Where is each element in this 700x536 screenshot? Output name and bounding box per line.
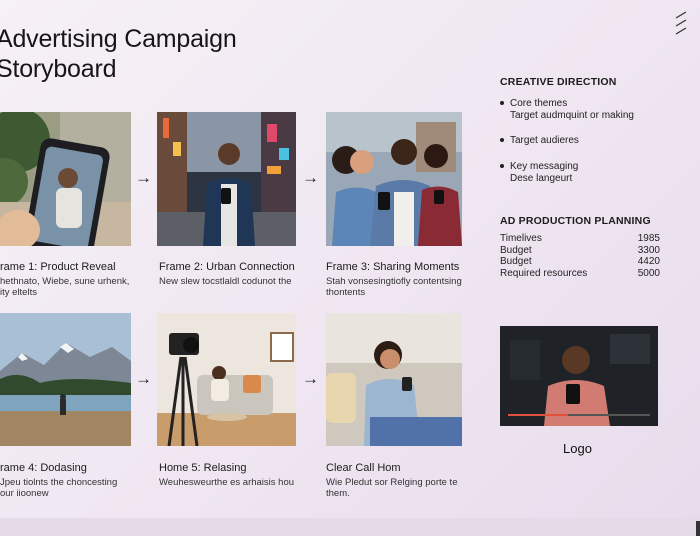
frame-4-title: rame 4: Dodasing <box>0 462 87 474</box>
creative-bullet-1-label: Core themes <box>510 98 568 109</box>
creative-direction-heading: CREATIVE DIRECTION <box>500 76 617 88</box>
production-row-value: 5000 <box>637 268 660 279</box>
frame-3-desc-line-1: Stah vonsesingtiofly contentsing <box>326 276 462 287</box>
video-progress <box>508 414 568 416</box>
creative-bullet-1-sub: Target audmquint or making <box>510 110 634 121</box>
production-row-value: 1985 <box>637 233 660 244</box>
frame-6-desc-line-2: them. <box>326 488 350 499</box>
frame-4-desc: Jpeu tiolnts the choncesting our iioonew <box>0 477 140 499</box>
creative-bullet-3-sub: Dese langeurt <box>510 173 573 184</box>
logo: Logo <box>563 441 592 456</box>
production-row-label: Budget <box>500 256 532 267</box>
arrow-2-3: → <box>302 168 319 187</box>
frame-6-title: Clear Call Hom <box>326 462 401 474</box>
bottom-bar <box>0 518 700 536</box>
frame-3-image[interactable] <box>326 112 462 246</box>
bullet-dot <box>500 138 504 143</box>
title-line-1: Advertising Campaign <box>0 25 237 53</box>
frame-2-title: Frame 2: Urban Connection <box>159 261 295 273</box>
title-line-2: Storyboard <box>0 55 117 83</box>
frame-5-image[interactable] <box>157 313 296 446</box>
arrow-4-5: → <box>135 369 152 388</box>
creative-bullet-1: Core themes Target audmquint or making <box>500 98 634 122</box>
production-row-label: Timelives <box>500 233 542 244</box>
frame-2-desc-line-1: New slew tocstlaldl codunot the <box>159 276 292 287</box>
page-title: Advertising Campaign Storyboard <box>0 24 237 84</box>
frame-5-desc-line-1: Weuhesweurthe es arhaisis hou <box>159 477 295 488</box>
frame-5-desc: Weuhesweurthe es arhaisis hou <box>159 477 299 488</box>
frame-5-title: Home 5: Relasing <box>159 462 247 474</box>
video-preview[interactable] <box>500 326 658 426</box>
frame-1-desc-line-1: hethnato, Wiebe, sune urhenk, <box>0 276 130 287</box>
frame-3-desc: Stah vonsesingtiofly contentsing thonten… <box>326 276 466 298</box>
frame-1-desc: hethnato, Wiebe, sune urhenk, ity eltelt… <box>0 276 140 298</box>
arrow-5-6: → <box>302 369 319 388</box>
production-row-value: 4420 <box>637 256 660 267</box>
creative-bullet-3-label: Key messaging <box>510 161 579 172</box>
production-heading: AD PRODUCTION PLANNING <box>500 215 651 227</box>
frame-4-desc-line-2: our iioonew <box>0 488 49 499</box>
frame-1-image[interactable] <box>0 112 131 246</box>
scroll-indicator[interactable] <box>696 521 700 536</box>
frame-1-title: rame 1: Product Reveal <box>0 261 116 273</box>
frame-2-desc: New slew tocstlaldl codunot the <box>159 276 299 287</box>
bullet-dot <box>500 164 504 169</box>
frame-3-desc-line-2: thontents <box>326 287 366 298</box>
frame-6-image[interactable] <box>326 313 462 446</box>
frame-6-desc-line-1: Wie Pledut sor Relging porte te <box>326 477 458 488</box>
frame-2-image[interactable] <box>157 112 296 246</box>
bullet-dot <box>500 101 504 106</box>
creative-bullet-2-label: Target audieres <box>510 135 579 146</box>
frame-4-desc-line-1: Jpeu tiolnts the choncesting <box>0 477 118 488</box>
frame-3-title: Frame 3: Sharing Moments <box>326 261 460 273</box>
arrow-1-2: → <box>135 168 152 187</box>
menu-icon[interactable] <box>674 10 688 38</box>
creative-bullet-2: Target audieres <box>500 135 579 147</box>
production-row-label: Required resources <box>500 268 588 279</box>
frame-6-desc: Wie Pledut sor Relging porte te them. <box>326 477 466 499</box>
creative-bullet-3: Key messaging Dese langeurt <box>500 161 578 185</box>
frame-4-image[interactable] <box>0 313 131 446</box>
frame-1-desc-line-2: ity eltelts <box>0 287 37 298</box>
